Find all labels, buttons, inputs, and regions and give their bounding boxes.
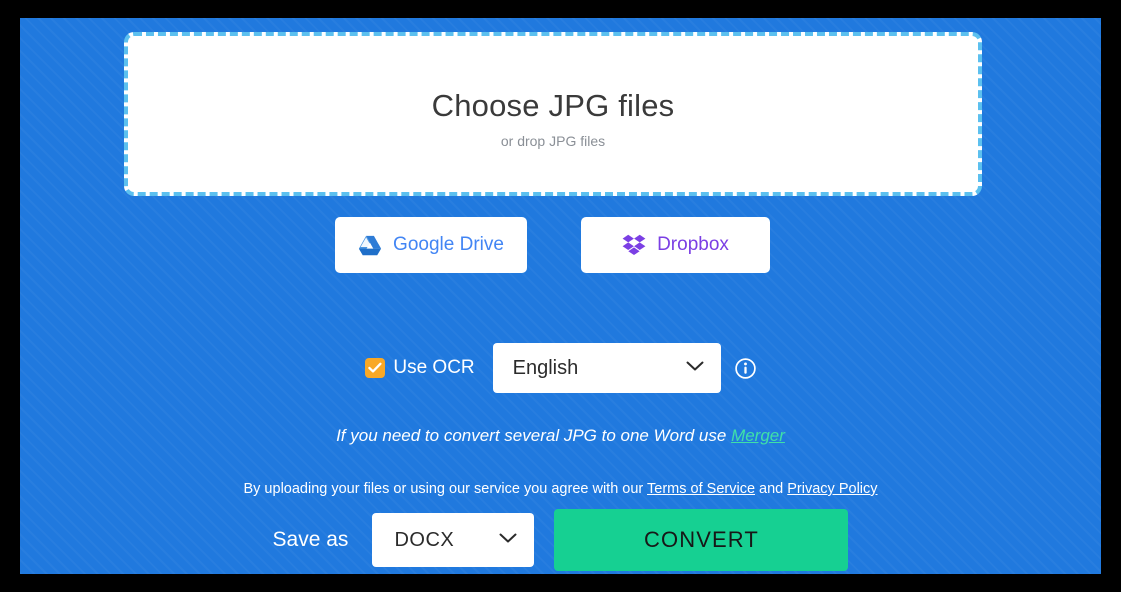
dropbox-icon bbox=[622, 234, 646, 256]
terms-of-service-link[interactable]: Terms of Service bbox=[647, 481, 755, 497]
terms-text: By uploading your files or using our ser… bbox=[243, 481, 648, 497]
output-format-select[interactable]: DOCX bbox=[372, 513, 535, 567]
merger-link[interactable]: Merger bbox=[731, 426, 785, 445]
ocr-language-select[interactable]: English bbox=[492, 343, 721, 393]
file-dropzone[interactable]: Choose JPG files or drop JPG files bbox=[124, 32, 982, 196]
checkmark-icon bbox=[368, 362, 382, 373]
use-ocr-checkbox-wrapper[interactable]: Use OCR bbox=[365, 357, 475, 379]
terms-text-middle: and bbox=[755, 481, 788, 497]
save-as-row: Save as DOCX CONVERT bbox=[20, 506, 1101, 574]
output-format-value: DOCX bbox=[394, 528, 455, 551]
privacy-policy-link[interactable]: Privacy Policy bbox=[787, 481, 877, 497]
browser-frame: Choose JPG files or drop JPG files Googl… bbox=[0, 0, 1121, 592]
merger-hint-text: If you need to convert several JPG to on… bbox=[336, 426, 732, 445]
save-as-label: Save as bbox=[272, 528, 349, 551]
dropbox-button[interactable]: Dropbox bbox=[581, 217, 770, 273]
converter-page: Choose JPG files or drop JPG files Googl… bbox=[20, 18, 1101, 574]
terms-disclaimer: By uploading your files or using our ser… bbox=[20, 481, 1101, 497]
chevron-down-icon bbox=[498, 531, 518, 549]
google-drive-label: Google Drive bbox=[393, 234, 504, 255]
convert-button[interactable]: CONVERT bbox=[554, 509, 849, 571]
dropzone-subtitle: or drop JPG files bbox=[500, 133, 606, 149]
dropzone-title[interactable]: Choose JPG files bbox=[128, 88, 978, 124]
google-drive-icon bbox=[358, 235, 382, 256]
dropbox-label: Dropbox bbox=[657, 234, 729, 255]
use-ocr-label: Use OCR bbox=[393, 357, 475, 378]
use-ocr-checkbox[interactable] bbox=[365, 358, 386, 378]
ocr-language-value: English bbox=[512, 356, 579, 379]
google-drive-button[interactable]: Google Drive bbox=[335, 217, 527, 273]
info-circle-icon[interactable] bbox=[734, 357, 756, 379]
ocr-row: Use OCR English bbox=[20, 340, 1101, 396]
chevron-down-icon bbox=[685, 359, 705, 377]
merger-hint: If you need to convert several JPG to on… bbox=[20, 426, 1101, 446]
